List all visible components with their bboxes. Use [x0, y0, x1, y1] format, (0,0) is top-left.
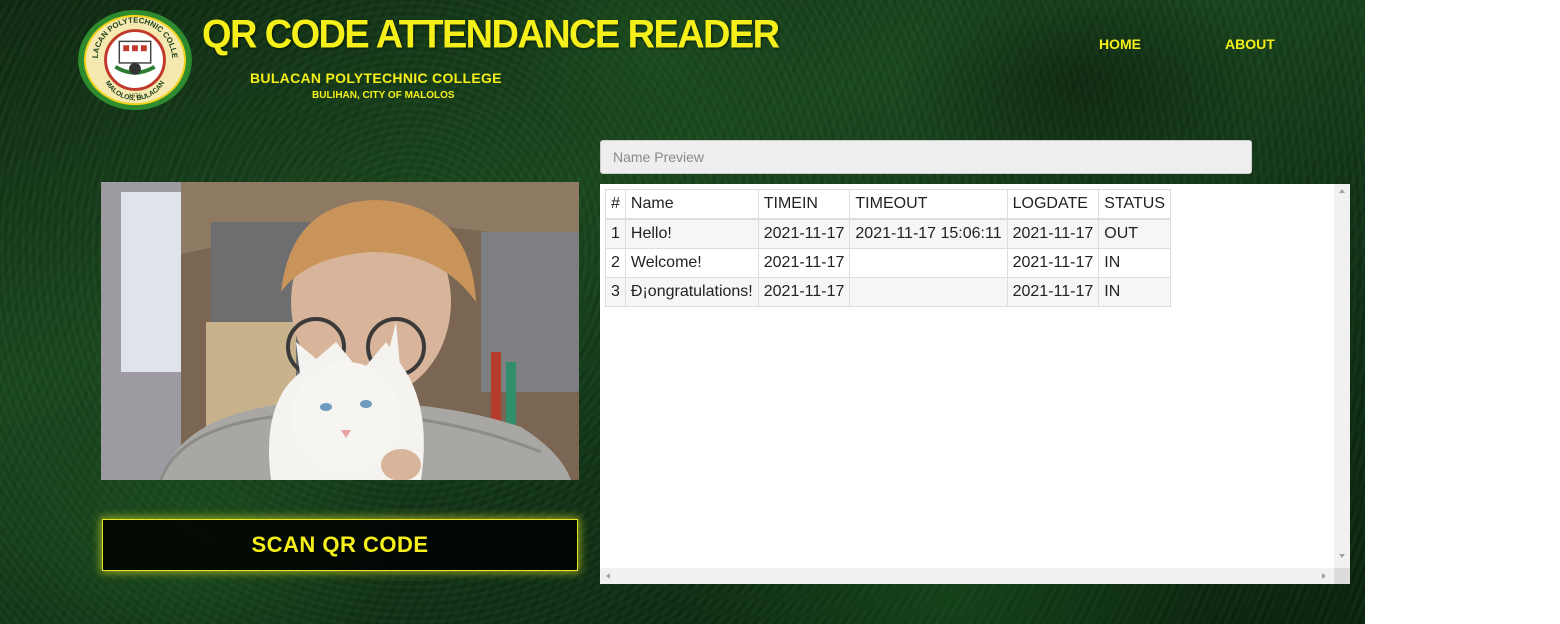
table-cell: 2021-11-17 15:06:11 — [849, 218, 1008, 249]
table-cell: IN — [1098, 277, 1172, 307]
table-cell: Welcome! — [624, 248, 759, 278]
camera-preview — [101, 182, 579, 480]
table-cell: 1 — [605, 218, 626, 249]
table-cell — [849, 277, 1008, 307]
nav-home-link[interactable]: HOME — [1099, 36, 1141, 52]
table-cell: 3 — [605, 277, 626, 307]
scroll-left-arrow-icon[interactable] — [606, 573, 610, 579]
name-preview-input[interactable] — [600, 140, 1252, 174]
table-cell: Đ¡ongratulations! — [624, 277, 759, 307]
nav-about-link[interactable]: ABOUT — [1225, 36, 1275, 52]
table-cell: 2021-11-17 — [1006, 277, 1100, 307]
column-header: TIMEIN — [757, 189, 851, 220]
scroll-up-arrow-icon[interactable] — [1339, 189, 1345, 193]
column-header: TIMEOUT — [849, 189, 1008, 220]
attendance-table-panel: # Name TIMEIN TIMEOUT LOGDATE STATUS 1 H… — [600, 184, 1350, 584]
column-header: LOGDATE — [1006, 189, 1100, 220]
column-header: # — [605, 189, 626, 220]
scroll-right-arrow-icon[interactable] — [1322, 573, 1326, 579]
vertical-scrollbar[interactable] — [1334, 184, 1350, 568]
scan-qr-button[interactable]: SCAN QR CODE — [102, 519, 578, 571]
table-row: 2 Welcome! 2021-11-17 2021-11-17 IN — [605, 248, 1172, 278]
table-row: 3 Đ¡ongratulations! 2021-11-17 2021-11-1… — [605, 277, 1172, 307]
table-cell: 2 — [605, 248, 626, 278]
attendance-table: # Name TIMEIN TIMEOUT LOGDATE STATUS 1 H… — [605, 189, 1172, 307]
app-title: QR CODE ATTENDANCE READER — [202, 12, 780, 58]
table-cell: 2021-11-17 — [757, 277, 851, 307]
table-row: 1 Hello! 2021-11-17 2021-11-17 15:06:11 … — [605, 218, 1172, 249]
college-logo: BULACAN POLYTECHNIC COLLEGE MALOLOS, BUL… — [73, 1, 194, 112]
page-background: BULACAN POLYTECHNIC COLLEGE MALOLOS, BUL… — [0, 0, 1365, 624]
table-cell: OUT — [1098, 218, 1172, 249]
table-cell: 2021-11-17 — [757, 218, 851, 249]
table-cell — [849, 248, 1008, 278]
table-cell: 2021-11-17 — [1006, 218, 1100, 249]
column-header: Name — [624, 189, 759, 220]
table-cell: 2021-11-17 — [1006, 248, 1100, 278]
table-cell: Hello! — [624, 218, 759, 249]
scrollbar-corner — [1334, 568, 1350, 584]
scroll-down-arrow-icon[interactable] — [1339, 554, 1345, 558]
horizontal-scrollbar[interactable] — [600, 568, 1334, 584]
college-name: BULACAN POLYTECHNIC COLLEGE — [250, 70, 502, 86]
table-header-row: # Name TIMEIN TIMEOUT LOGDATE STATUS — [605, 189, 1172, 220]
table-cell: 2021-11-17 — [757, 248, 851, 278]
table-cell: IN — [1098, 248, 1172, 278]
column-header: STATUS — [1098, 189, 1172, 220]
svg-text:1971: 1971 — [128, 93, 141, 99]
college-location: BULIHAN, CITY OF MALOLOS — [312, 90, 455, 101]
